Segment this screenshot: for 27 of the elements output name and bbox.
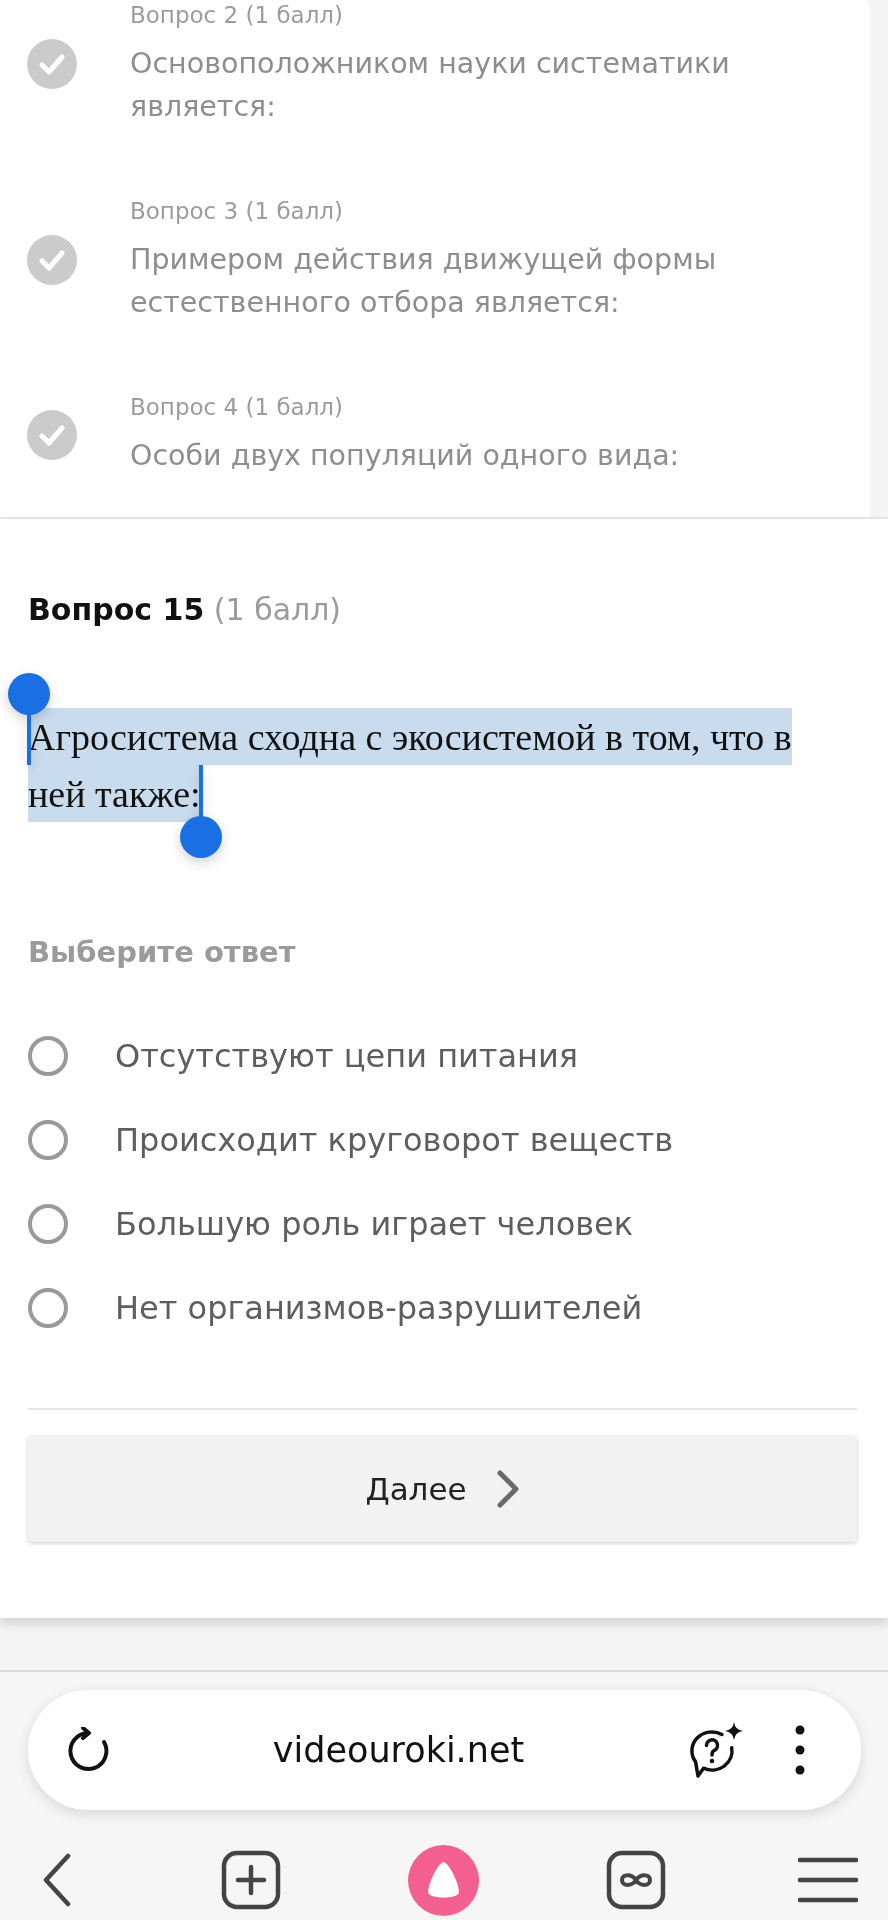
question-label: Вопрос 3 (1 балл) — [130, 197, 345, 226]
question-number: Вопрос 15 — [28, 592, 205, 627]
question-points: (1 балл) — [213, 592, 342, 627]
option-label[interactable]: Нет организмов-разрушителей — [115, 1289, 643, 1327]
option-label[interactable]: Большую роль играет человек — [115, 1205, 634, 1243]
address-bar[interactable]: videouroki.net — [28, 1690, 861, 1810]
radio-button[interactable] — [28, 1204, 68, 1244]
question-title: Особи двух популяций одного вида: — [130, 438, 681, 474]
infinity-square-icon[interactable] — [606, 1850, 666, 1910]
back-icon[interactable] — [42, 1853, 72, 1907]
radio-button[interactable] — [28, 1120, 68, 1160]
more-options-icon[interactable] — [795, 1725, 805, 1775]
menu-icon[interactable] — [798, 1857, 858, 1903]
chevron-right-icon — [495, 1469, 520, 1509]
next-button[interactable]: Далее — [28, 1436, 857, 1542]
question-title: Основоположником науки систематики является: — [130, 46, 731, 125]
radio-button[interactable] — [28, 1288, 68, 1328]
url-text[interactable]: videouroki.net — [272, 1730, 525, 1770]
question-label: Вопрос 2 (1 балл) — [130, 1, 345, 30]
radio-button[interactable] — [28, 1036, 68, 1076]
option-label[interactable]: Происходит круговорот веществ — [115, 1121, 674, 1159]
question-title: Примером действия движущей формы естественного отбора является: — [130, 242, 718, 321]
plus-square-icon[interactable] — [220, 1850, 281, 1910]
reload-icon[interactable] — [65, 1727, 111, 1773]
option-label[interactable]: Отсутствуют цепи питания — [115, 1037, 579, 1075]
question-label: Вопрос 4 (1 балл) — [130, 393, 345, 422]
answer-prompt: Выберите ответ — [28, 934, 297, 970]
